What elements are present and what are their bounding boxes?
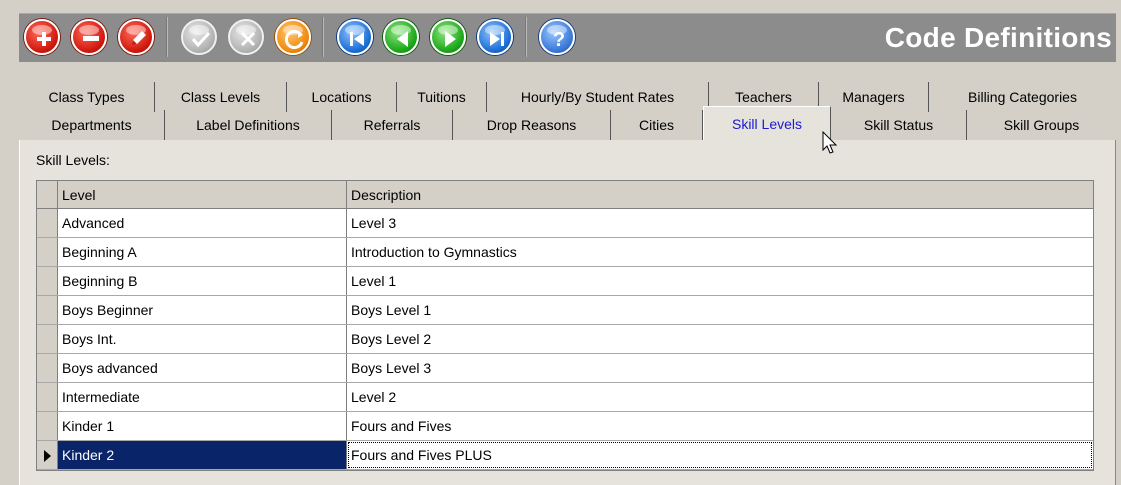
first-icon bbox=[339, 21, 375, 57]
level-cell[interactable]: Beginning B bbox=[58, 267, 347, 295]
tab-drop-reasons[interactable]: Drop Reasons bbox=[453, 110, 611, 140]
grid-header: Level Description bbox=[37, 181, 1093, 209]
tab-cities[interactable]: Cities bbox=[611, 110, 703, 140]
column-header-level[interactable]: Level bbox=[58, 181, 347, 208]
skill-levels-panel: Skill Levels: Level Description Advanced… bbox=[19, 140, 1116, 485]
row-indicator[interactable] bbox=[37, 325, 58, 353]
level-cell[interactable]: Intermediate bbox=[58, 383, 347, 411]
refresh-icon bbox=[277, 21, 313, 57]
next-record-button[interactable] bbox=[430, 19, 466, 55]
help-icon: ? bbox=[541, 21, 577, 57]
last-icon bbox=[479, 21, 515, 57]
row-indicator[interactable] bbox=[37, 296, 58, 324]
x-icon bbox=[230, 21, 266, 57]
level-cell[interactable]: Kinder 1 bbox=[58, 412, 347, 440]
current-row-arrow-icon bbox=[44, 450, 51, 462]
description-cell[interactable]: Introduction to Gymnastics bbox=[347, 238, 1093, 266]
column-header-description[interactable]: Description bbox=[347, 181, 1093, 208]
add-record-button[interactable] bbox=[24, 19, 60, 55]
tab-referrals[interactable]: Referrals bbox=[332, 110, 453, 140]
description-cell[interactable]: Level 2 bbox=[347, 383, 1093, 411]
table-row[interactable]: Beginning A Introduction to Gymnastics bbox=[37, 238, 1093, 267]
pencil-icon bbox=[120, 21, 156, 57]
toolbar-separator bbox=[322, 17, 324, 57]
edit-record-button[interactable] bbox=[118, 19, 154, 55]
skill-levels-grid: Level Description Advanced Level 3 Begin… bbox=[36, 180, 1094, 471]
table-row[interactable]: Boys Int. Boys Level 2 bbox=[37, 325, 1093, 354]
level-cell[interactable]: Boys Beginner bbox=[58, 296, 347, 324]
help-button[interactable]: ? bbox=[539, 19, 575, 55]
description-cell[interactable]: Boys Level 2 bbox=[347, 325, 1093, 353]
table-row[interactable]: Boys advanced Boys Level 3 bbox=[37, 354, 1093, 383]
table-row[interactable]: Beginning B Level 1 bbox=[37, 267, 1093, 296]
description-cell[interactable]: Boys Level 1 bbox=[347, 296, 1093, 324]
tab-departments[interactable]: Departments bbox=[19, 110, 165, 140]
tab-label-definitions[interactable]: Label Definitions bbox=[165, 110, 332, 140]
tab-locations[interactable]: Locations bbox=[287, 82, 397, 112]
next-icon bbox=[432, 21, 468, 57]
tab-row-1: Class Types Class Levels Locations Tuiti… bbox=[19, 82, 1116, 112]
tab-class-types[interactable]: Class Types bbox=[19, 82, 155, 112]
save-record-button[interactable] bbox=[181, 19, 217, 55]
tab-class-levels[interactable]: Class Levels bbox=[155, 82, 287, 112]
tab-strip: Class Types Class Levels Locations Tuiti… bbox=[19, 74, 1116, 140]
tab-row-2: Departments Label Definitions Referrals … bbox=[19, 106, 1116, 140]
tab-managers[interactable]: Managers bbox=[819, 82, 929, 112]
level-cell[interactable]: Boys Int. bbox=[58, 325, 347, 353]
tab-billing-categories[interactable]: Billing Categories bbox=[929, 82, 1116, 112]
tab-tuitions[interactable]: Tuitions bbox=[397, 82, 487, 112]
description-cell[interactable]: Fours and Fives PLUS bbox=[347, 441, 1093, 469]
level-cell[interactable]: Boys advanced bbox=[58, 354, 347, 382]
toolbar-separator bbox=[525, 17, 527, 57]
previous-icon bbox=[385, 21, 421, 57]
table-row[interactable]: Intermediate Level 2 bbox=[37, 383, 1093, 412]
tab-skill-status[interactable]: Skill Status bbox=[831, 110, 967, 140]
tab-hourly-rates[interactable]: Hourly/By Student Rates bbox=[487, 82, 709, 112]
tab-skill-levels[interactable]: Skill Levels bbox=[703, 106, 831, 140]
cancel-record-button[interactable] bbox=[228, 19, 264, 55]
toolbar: Code Definitions ? bbox=[0, 0, 1121, 74]
table-row[interactable]: Advanced Level 3 bbox=[37, 209, 1093, 238]
last-record-button[interactable] bbox=[477, 19, 513, 55]
refresh-button[interactable] bbox=[275, 19, 311, 55]
first-record-button[interactable] bbox=[337, 19, 373, 55]
previous-record-button[interactable] bbox=[383, 19, 419, 55]
level-cell[interactable]: Beginning A bbox=[58, 238, 347, 266]
row-indicator-header bbox=[37, 181, 58, 208]
description-cell[interactable]: Fours and Fives bbox=[347, 412, 1093, 440]
plus-icon bbox=[26, 21, 62, 57]
table-row[interactable]: Boys Beginner Boys Level 1 bbox=[37, 296, 1093, 325]
table-row-selected[interactable]: Kinder 2 Fours and Fives PLUS bbox=[37, 441, 1093, 470]
app-title: Code Definitions bbox=[884, 22, 1112, 53]
table-row[interactable]: Kinder 1 Fours and Fives bbox=[37, 412, 1093, 441]
panel-label: Skill Levels: bbox=[36, 152, 110, 168]
description-cell[interactable]: Level 1 bbox=[347, 267, 1093, 295]
row-indicator[interactable] bbox=[37, 238, 58, 266]
description-cell[interactable]: Boys Level 3 bbox=[347, 354, 1093, 382]
svg-text:?: ? bbox=[553, 29, 565, 51]
level-cell[interactable]: Kinder 2 bbox=[58, 441, 347, 469]
row-indicator[interactable] bbox=[37, 267, 58, 295]
row-indicator[interactable] bbox=[37, 412, 58, 440]
mouse-cursor-icon bbox=[822, 130, 838, 158]
minus-icon bbox=[73, 21, 109, 57]
row-indicator[interactable] bbox=[37, 209, 58, 237]
check-icon bbox=[183, 21, 219, 57]
tab-skill-groups[interactable]: Skill Groups bbox=[967, 110, 1116, 140]
row-indicator[interactable] bbox=[37, 354, 58, 382]
delete-record-button[interactable] bbox=[71, 19, 107, 55]
level-cell[interactable]: Advanced bbox=[58, 209, 347, 237]
row-indicator[interactable] bbox=[37, 441, 58, 469]
row-indicator[interactable] bbox=[37, 383, 58, 411]
toolbar-separator bbox=[166, 17, 168, 57]
description-cell[interactable]: Level 3 bbox=[347, 209, 1093, 237]
